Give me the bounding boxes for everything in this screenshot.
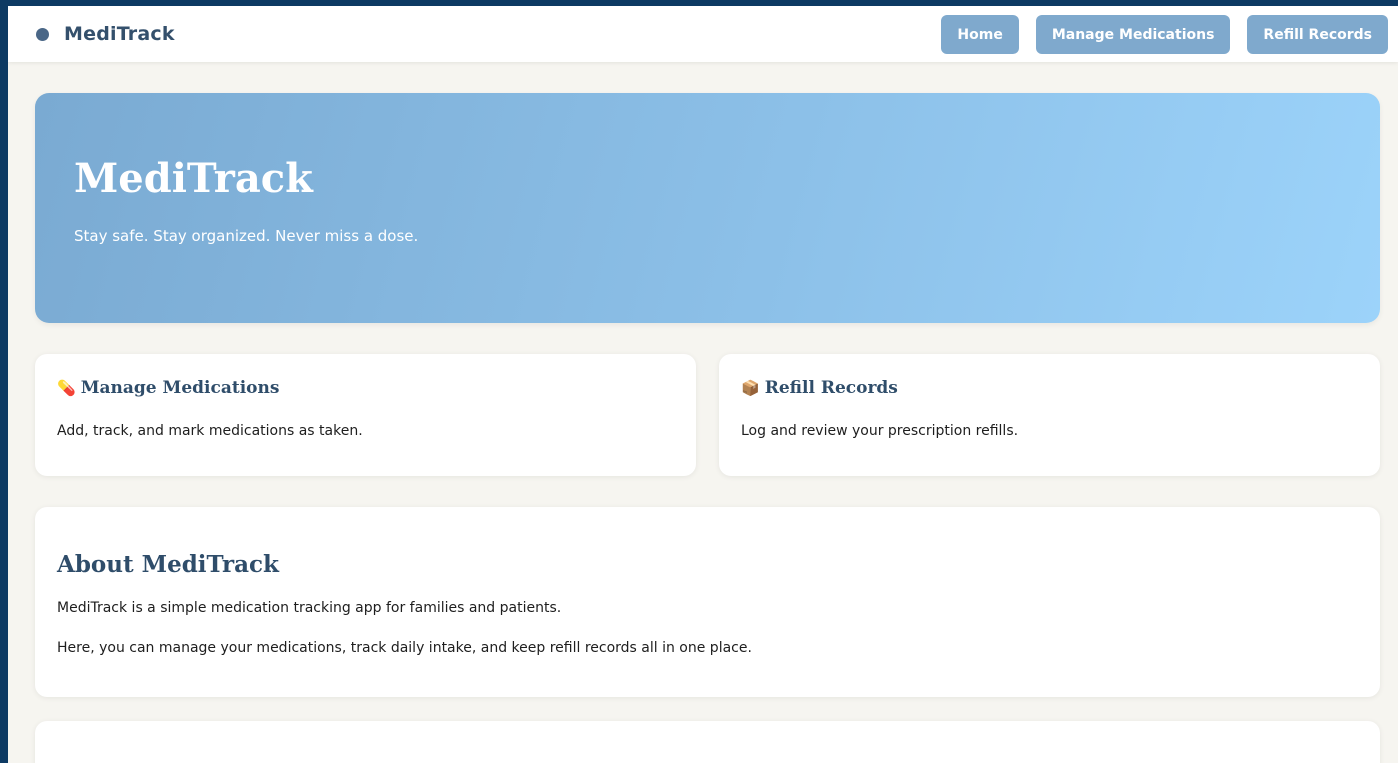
- nav-home-button[interactable]: Home: [941, 15, 1019, 54]
- nav-refill-records-button[interactable]: Refill Records: [1247, 15, 1388, 54]
- about-title: About MediTrack: [57, 551, 279, 578]
- about-section: About MediTrack MediTrack is a simple me…: [35, 507, 1380, 697]
- nav-links: Home Manage Medications Refill Records: [941, 15, 1388, 54]
- feature-card-title: 💊 Manage Medications: [57, 378, 279, 398]
- feature-card-refill-records[interactable]: 📦 Refill Records Log and review your pre…: [719, 354, 1380, 476]
- nav-manage-medications-button[interactable]: Manage Medications: [1035, 15, 1231, 54]
- about-paragraph: MediTrack is a simple medication trackin…: [57, 600, 562, 616]
- feature-card-description: Log and review your prescription refills…: [741, 423, 1019, 439]
- feature-card-title-text: Manage Medications: [80, 378, 280, 398]
- feature-card-description: Add, track, and mark medications as take…: [57, 423, 363, 439]
- feature-card-title: 📦 Refill Records: [741, 378, 898, 398]
- next-section-card: [35, 721, 1380, 763]
- top-navbar: MediTrack Home Manage Medications Refill…: [8, 6, 1398, 62]
- package-icon: 📦: [741, 379, 760, 397]
- app-frame: MediTrack Home Manage Medications Refill…: [8, 6, 1398, 763]
- feature-card-manage-medications[interactable]: 💊 Manage Medications Add, track, and mar…: [35, 354, 696, 476]
- hero-title: MediTrack: [74, 155, 313, 202]
- hero-banner: MediTrack Stay safe. Stay organized. Nev…: [35, 93, 1380, 323]
- feature-card-title-text: Refill Records: [764, 378, 898, 398]
- brand-name: MediTrack: [64, 23, 175, 45]
- pill-icon: 💊: [57, 379, 76, 397]
- brand-dot-icon: [36, 27, 49, 41]
- about-paragraph: Here, you can manage your medications, t…: [57, 640, 752, 656]
- hero-subtitle: Stay safe. Stay organized. Never miss a …: [74, 227, 419, 245]
- brand[interactable]: MediTrack: [36, 23, 175, 45]
